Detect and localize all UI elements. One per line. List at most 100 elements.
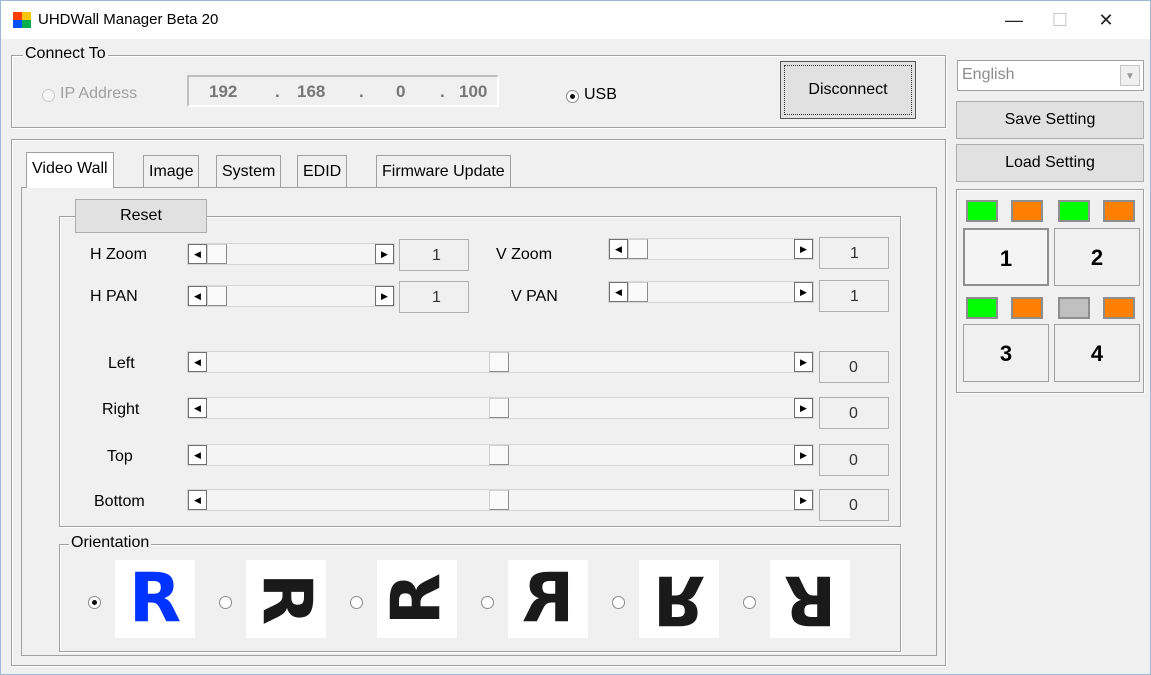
letter-r-normal-icon: R — [128, 559, 182, 638]
left-label: Left — [108, 355, 135, 372]
orientation-group-label: Orientation — [69, 534, 152, 552]
orientation-rotate-90-image[interactable]: R — [246, 560, 326, 638]
orientation-normal-radio[interactable] — [88, 596, 101, 609]
monitor-3-button[interactable]: 3 — [963, 324, 1049, 382]
close-button[interactable]: ✕ — [1083, 1, 1129, 39]
tab-video-wall[interactable]: Video Wall — [26, 152, 114, 188]
right-value: 0 — [819, 397, 889, 429]
arrow-left-icon[interactable]: ◀ — [188, 244, 207, 264]
ip-octet-4: 100 — [459, 82, 488, 101]
monitor-4-button[interactable]: 4 — [1054, 324, 1140, 382]
letter-r-rotated-180-icon: R — [783, 560, 837, 639]
ip-dot-2: . — [359, 82, 364, 101]
usb-radio[interactable] — [566, 90, 579, 103]
bottom-slider[interactable]: ◀ ▶ — [187, 489, 814, 511]
letter-r-mirrored-icon: R — [521, 559, 575, 638]
arrow-right-icon[interactable]: ▶ — [794, 398, 813, 418]
arrow-left-icon[interactable]: ◀ — [188, 398, 207, 418]
h-pan-thumb[interactable] — [207, 286, 227, 306]
v-zoom-thumb[interactable] — [628, 239, 648, 259]
tab-firmware-update[interactable]: Firmware Update — [376, 155, 511, 188]
h-zoom-thumb[interactable] — [207, 244, 227, 264]
letter-r-rotated-90-icon: R — [247, 572, 326, 626]
letter-r-rotated-270-icon: R — [377, 572, 456, 626]
top-thumb[interactable] — [489, 445, 509, 465]
top-value: 0 — [819, 444, 889, 476]
h-pan-slider[interactable]: ◀ ▶ — [187, 285, 395, 307]
arrow-left-icon[interactable]: ◀ — [609, 239, 628, 259]
h-pan-value: 1 — [399, 281, 469, 313]
right-label: Right — [102, 401, 140, 418]
ip-address-label: IP Address — [60, 85, 138, 102]
monitor-3-status-led-b — [1011, 297, 1043, 319]
connect-group-label: Connect To — [23, 45, 108, 63]
orientation-rotate-270-radio[interactable] — [350, 596, 363, 609]
h-zoom-slider[interactable]: ◀ ▶ — [187, 243, 395, 265]
load-setting-button[interactable]: Load Setting — [956, 144, 1144, 182]
maximize-button[interactable]: ☐ — [1037, 1, 1083, 39]
orientation-mirror-v-image[interactable]: R — [639, 560, 719, 639]
orientation-mirror-h-image[interactable]: R — [508, 559, 588, 638]
arrow-right-icon[interactable]: ▶ — [375, 286, 394, 306]
ip-octet-2: 168 — [297, 82, 326, 101]
title-bar: UHDWall Manager Beta 20 — ☐ ✕ — [1, 1, 1150, 39]
v-pan-thumb[interactable] — [628, 282, 648, 302]
orientation-rotate-180-image[interactable]: R — [770, 560, 850, 639]
disconnect-button[interactable]: Disconnect — [780, 61, 916, 119]
arrow-right-icon[interactable]: ▶ — [794, 282, 813, 302]
right-slider[interactable]: ◀ ▶ — [187, 397, 814, 419]
monitor-1-status-led-a — [966, 200, 998, 222]
v-pan-label: V PAN — [511, 288, 558, 305]
reset-button[interactable]: Reset — [75, 199, 207, 233]
arrow-right-icon[interactable]: ▶ — [794, 445, 813, 465]
orientation-rotate-270-image[interactable]: R — [377, 560, 457, 638]
v-pan-slider[interactable]: ◀ ▶ — [608, 281, 814, 303]
arrow-left-icon[interactable]: ◀ — [188, 490, 207, 510]
h-zoom-label: H Zoom — [90, 246, 147, 263]
letter-r-flipped-icon: R — [652, 560, 706, 639]
ip-address-radio[interactable] — [42, 89, 55, 102]
chevron-down-icon[interactable]: ▼ — [1120, 65, 1140, 86]
save-setting-button[interactable]: Save Setting — [956, 101, 1144, 139]
left-thumb[interactable] — [489, 352, 509, 372]
window-title: UHDWall Manager Beta 20 — [38, 11, 219, 28]
v-zoom-slider[interactable]: ◀ ▶ — [608, 238, 814, 260]
orientation-rotate-90-radio[interactable] — [219, 596, 232, 609]
tab-edid[interactable]: EDID — [297, 155, 348, 188]
arrow-right-icon[interactable]: ▶ — [375, 244, 394, 264]
usb-label: USB — [584, 86, 617, 103]
right-thumb[interactable] — [489, 398, 509, 418]
top-label: Top — [107, 448, 133, 465]
bottom-thumb[interactable] — [489, 490, 509, 510]
arrow-left-icon[interactable]: ◀ — [188, 286, 207, 306]
orientation-mirror-h-radio[interactable] — [481, 596, 494, 609]
ip-address-field[interactable]: 192 . 168 . 0 . 100 — [187, 75, 499, 107]
left-slider[interactable]: ◀ ▶ — [187, 351, 814, 373]
tab-system[interactable]: System — [216, 155, 282, 188]
monitor-2-status-led-a — [1058, 200, 1090, 222]
ip-octet-3: 0 — [396, 82, 406, 101]
arrow-left-icon[interactable]: ◀ — [188, 352, 207, 372]
arrow-left-icon[interactable]: ◀ — [188, 445, 207, 465]
ip-octet-1: 192 — [209, 82, 238, 101]
monitor-3-status-led-a — [966, 297, 998, 319]
minimize-button[interactable]: — — [991, 1, 1037, 39]
orientation-mirror-v-radio[interactable] — [612, 596, 625, 609]
orientation-rotate-180-radio[interactable] — [743, 596, 756, 609]
arrow-right-icon[interactable]: ▶ — [794, 352, 813, 372]
monitor-1-button[interactable]: 1 — [963, 228, 1049, 286]
bottom-label: Bottom — [94, 493, 145, 510]
language-select[interactable]: English ▼ — [957, 60, 1144, 91]
arrow-left-icon[interactable]: ◀ — [609, 282, 628, 302]
ip-dot-3: . — [440, 82, 445, 101]
monitor-2-button[interactable]: 2 — [1054, 228, 1140, 286]
v-pan-value: 1 — [819, 280, 889, 312]
orientation-normal-image[interactable]: R — [115, 560, 195, 638]
arrow-right-icon[interactable]: ▶ — [794, 239, 813, 259]
app-icon — [13, 12, 31, 28]
app-window: UHDWall Manager Beta 20 — ☐ ✕ Connect To… — [0, 0, 1151, 675]
bottom-value: 0 — [819, 489, 889, 521]
tab-image[interactable]: Image — [143, 155, 200, 188]
top-slider[interactable]: ◀ ▶ — [187, 444, 814, 466]
arrow-right-icon[interactable]: ▶ — [794, 490, 813, 510]
